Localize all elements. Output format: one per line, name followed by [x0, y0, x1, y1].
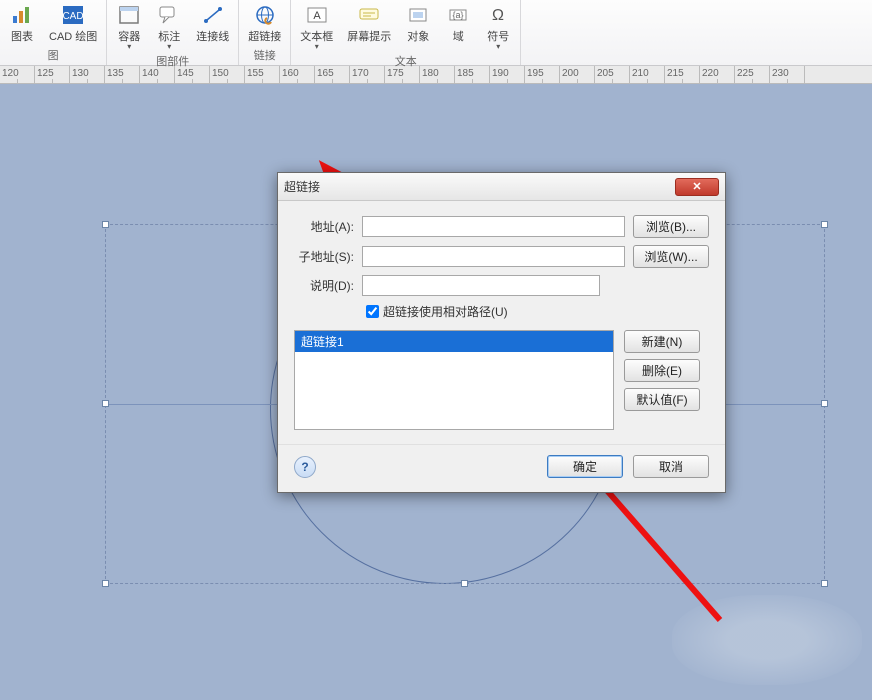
list-item[interactable]: 超链接1 [295, 331, 613, 352]
hyperlink-icon [252, 3, 278, 27]
address-label: 地址(A): [294, 218, 354, 235]
ruler-tick: 120 [0, 66, 35, 83]
description-label: 说明(D): [294, 277, 354, 294]
subaddress-input[interactable] [362, 246, 625, 267]
textbox-icon: A [304, 3, 330, 27]
screentip-icon [356, 3, 382, 27]
object-icon [405, 3, 431, 27]
ruler-tick: 130 [70, 66, 105, 83]
ruler-tick: 185 [455, 66, 490, 83]
new-button[interactable]: 新建(N) [624, 330, 700, 353]
ruler-tick: 230 [770, 66, 805, 83]
ribbon-chart-button[interactable]: 图表 [6, 2, 38, 45]
ribbon-group: 图表 CAD CAD 绘图图 [0, 0, 107, 65]
ruler-tick: 125 [35, 66, 70, 83]
ribbon-screentip-button[interactable]: 屏幕提示 [344, 2, 394, 45]
ribbon-item-label: 容器 [118, 28, 140, 44]
ribbon-textbox-button[interactable]: A 文本框 [297, 2, 336, 52]
ruler-tick: 155 [245, 66, 280, 83]
dialog-title: 超链接 [284, 178, 320, 195]
ribbon-group: 超链接链接 [239, 0, 291, 65]
svg-text:A: A [313, 10, 321, 22]
ruler-tick: 225 [735, 66, 770, 83]
ruler-tick: 190 [490, 66, 525, 83]
ruler-tick: 200 [560, 66, 595, 83]
resize-handle[interactable] [102, 580, 109, 587]
container-icon [116, 3, 142, 27]
ruler-tick: 150 [210, 66, 245, 83]
cloud-shape [672, 595, 862, 685]
ribbon-item-label: 屏幕提示 [347, 28, 391, 44]
ribbon-object-button[interactable]: 对象 [402, 2, 434, 45]
ruler-tick: 145 [175, 66, 210, 83]
ribbon-item-label: 图表 [11, 28, 33, 44]
ribbon-connector-button[interactable]: 连接线 [193, 2, 232, 45]
resize-handle[interactable] [102, 221, 109, 228]
symbol-icon: Ω [485, 3, 511, 27]
ok-button[interactable]: 确定 [547, 455, 623, 478]
ribbon-hyperlink-button[interactable]: 超链接 [245, 2, 284, 45]
ruler-tick: 180 [420, 66, 455, 83]
ruler-tick: 170 [350, 66, 385, 83]
ruler-tick: 160 [280, 66, 315, 83]
svg-text:Ω: Ω [492, 7, 504, 24]
chart-icon [9, 3, 35, 27]
ribbon-item-label: 符号 [487, 28, 509, 44]
ribbon-item-label: CAD 绘图 [49, 28, 97, 44]
ribbon-callout-button[interactable]: 标注 [153, 2, 185, 52]
ribbon-item-label: 域 [453, 28, 464, 44]
hyperlink-dialog: 超链接 ✕ 地址(A): 浏览(B)... 子地址(S): 浏览(W)... 说… [277, 172, 726, 493]
description-input[interactable] [362, 275, 600, 296]
resize-handle[interactable] [102, 400, 109, 407]
resize-handle[interactable] [821, 580, 828, 587]
resize-handle[interactable] [821, 221, 828, 228]
resize-handle[interactable] [461, 580, 468, 587]
hyperlinks-listbox[interactable]: 超链接1 [294, 330, 614, 430]
ribbon-symbol-button[interactable]: Ω 符号 [482, 2, 514, 52]
subaddress-label: 子地址(S): [294, 248, 354, 265]
connector-icon [200, 3, 226, 27]
ruler-tick: 220 [700, 66, 735, 83]
close-button[interactable]: ✕ [675, 178, 719, 196]
relative-path-label: 超链接使用相对路径(U) [383, 303, 508, 320]
ribbon-toolbar: 图表CADCAD 绘图图容器标注连接线图部件超链接链接A文本框屏幕提示对象{a}… [0, 0, 872, 66]
default-button[interactable]: 默认值(F) [624, 388, 700, 411]
ribbon-group-label: 图 [6, 46, 100, 63]
ruler-tick: 210 [630, 66, 665, 83]
ribbon-cad-button[interactable]: CAD CAD 绘图 [46, 2, 100, 45]
callout-icon [156, 3, 182, 27]
ribbon-group-label: 链接 [245, 46, 284, 63]
address-input[interactable] [362, 216, 625, 237]
ruler-tick: 135 [105, 66, 140, 83]
ribbon-container-button[interactable]: 容器 [113, 2, 145, 52]
close-icon: ✕ [692, 180, 701, 193]
browse-b-button[interactable]: 浏览(B)... [633, 215, 709, 238]
ribbon-item-label: 标注 [158, 28, 180, 44]
ruler-tick: 205 [595, 66, 630, 83]
ribbon-field-button[interactable]: {a} 域 [442, 2, 474, 45]
relative-path-checkbox[interactable] [366, 305, 379, 318]
cad-icon: CAD [60, 3, 86, 27]
ruler-tick: 215 [665, 66, 700, 83]
svg-text:CAD: CAD [63, 11, 84, 22]
ruler-tick: 140 [140, 66, 175, 83]
ruler-tick: 175 [385, 66, 420, 83]
ribbon-item-label: 超链接 [248, 28, 281, 44]
cancel-button[interactable]: 取消 [633, 455, 709, 478]
help-button[interactable]: ? [294, 456, 316, 478]
ruler-tick: 165 [315, 66, 350, 83]
browse-w-button[interactable]: 浏览(W)... [633, 245, 709, 268]
dialog-titlebar[interactable]: 超链接 ✕ [278, 173, 725, 201]
ribbon-group: A文本框屏幕提示对象{a}域Ω符号文本 [291, 0, 521, 65]
ribbon-group: 容器标注连接线图部件 [107, 0, 239, 65]
resize-handle[interactable] [821, 400, 828, 407]
field-icon: {a} [445, 3, 471, 27]
ruler-tick: 195 [525, 66, 560, 83]
ribbon-item-label: 连接线 [196, 28, 229, 44]
svg-text:{a}: {a} [453, 10, 464, 20]
horizontal-ruler: 1201251301351401451501551601651701751801… [0, 66, 872, 84]
ribbon-item-label: 文本框 [300, 28, 333, 44]
delete-button[interactable]: 删除(E) [624, 359, 700, 382]
ribbon-item-label: 对象 [407, 28, 429, 44]
